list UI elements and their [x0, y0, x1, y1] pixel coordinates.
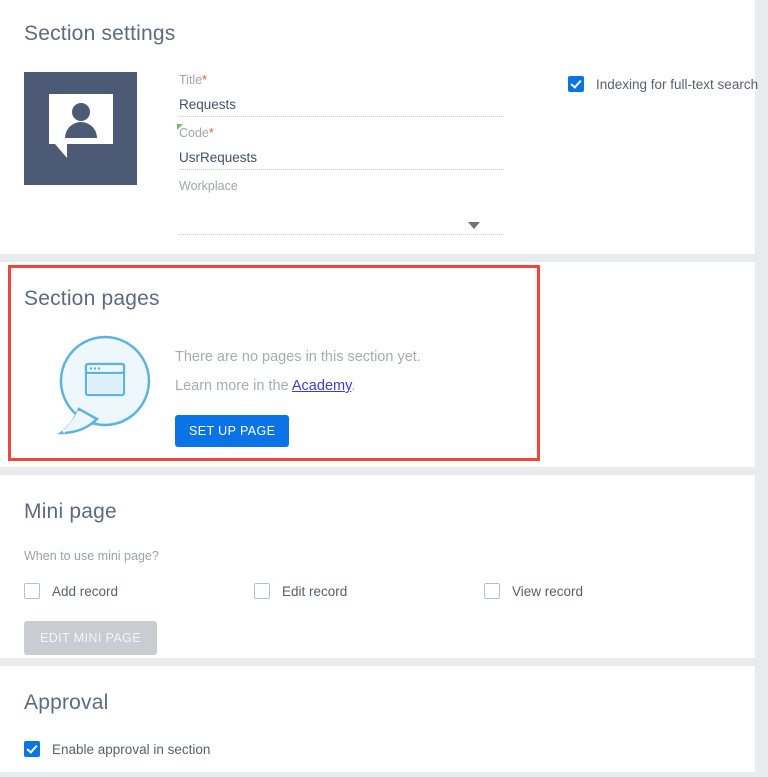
mini-page-question: When to use mini page? — [24, 549, 159, 563]
field-code: Code* — [177, 124, 504, 170]
panel-separator — [0, 467, 768, 475]
workplace-input[interactable] — [179, 198, 504, 234]
learn-more-prefix: Learn more in the — [175, 378, 292, 394]
panel-separator — [0, 658, 768, 666]
section-pages-title: Section pages — [24, 287, 160, 310]
add-record-checkbox-row[interactable]: Add record — [24, 583, 254, 599]
mini-page-options: Add record Edit record View record — [24, 583, 755, 599]
mini-page-panel: Mini page When to use mini page? Add rec… — [0, 475, 755, 658]
view-record-checkbox-row[interactable]: View record — [484, 583, 714, 599]
section-settings-title: Section settings — [24, 22, 176, 45]
edit-record-checkbox[interactable] — [254, 583, 270, 599]
person-speech-bubble-icon — [45, 92, 117, 165]
field-workplace: Workplace — [179, 178, 504, 235]
enable-approval-checkbox[interactable] — [24, 741, 40, 757]
field-title: Title* — [179, 72, 504, 117]
set-up-page-button[interactable]: SET UP PAGE — [175, 415, 290, 447]
section-pages-panel: Section pages There are no pages in this… — [0, 262, 755, 467]
learn-more-suffix: . — [351, 378, 356, 394]
field-workplace-label: Workplace — [179, 179, 238, 193]
enable-approval-checkbox-row[interactable]: Enable approval in section — [24, 741, 755, 757]
section-settings-panel: Section settings Title* Requests Code* U… — [0, 0, 758, 254]
section-settings-body: Title* Code* Workplace — [0, 72, 758, 243]
browser-window-speech-bubble-icon — [55, 333, 153, 444]
academy-link[interactable]: Academy — [292, 378, 351, 394]
edit-record-checkbox-row[interactable]: Edit record — [254, 583, 484, 599]
field-title-label: Title* — [179, 73, 208, 87]
section-settings-fields: Title* Code* Workplace — [177, 72, 504, 243]
required-asterisk: * — [208, 126, 214, 140]
title-input[interactable] — [179, 92, 504, 116]
add-record-label: Add record — [52, 583, 119, 599]
edit-record-label: Edit record — [282, 583, 348, 599]
approval-title: Approval — [24, 691, 109, 714]
code-input[interactable] — [179, 145, 504, 169]
section-pages-text: There are no pages in this section yet. … — [175, 333, 421, 447]
modified-marker-icon — [177, 124, 183, 130]
field-code-underline — [179, 169, 504, 170]
field-code-label: Code* — [179, 126, 214, 140]
panel-separator — [0, 254, 768, 262]
required-asterisk: * — [202, 73, 208, 87]
add-record-checkbox[interactable] — [24, 583, 40, 599]
view-record-label: View record — [512, 583, 584, 599]
section-icon-tile[interactable] — [24, 72, 137, 185]
section-designer-page: Section settings Title* Requests Code* U… — [0, 0, 768, 777]
content-column: Section settings Title* Requests Code* U… — [0, 0, 768, 772]
indexing-checkbox-label: Indexing for full-text search — [596, 76, 759, 92]
field-title-underline — [179, 116, 504, 117]
learn-more-message: Learn more in the Academy. — [175, 372, 421, 401]
field-workplace-underline — [179, 234, 504, 235]
mini-page-title: Mini page — [24, 500, 117, 523]
indexing-checkbox-row[interactable]: Indexing for full-text search — [568, 76, 758, 92]
edit-mini-page-button[interactable]: EDIT MINI PAGE — [24, 621, 157, 655]
section-pages-empty-state: There are no pages in this section yet. … — [0, 333, 755, 447]
view-record-checkbox[interactable] — [484, 583, 500, 599]
enable-approval-label: Enable approval in section — [52, 741, 211, 757]
no-pages-message: There are no pages in this section yet. — [175, 349, 421, 365]
approval-panel: Approval Enable approval in section — [0, 666, 755, 772]
indexing-checkbox[interactable] — [568, 76, 584, 92]
chevron-down-icon[interactable] — [468, 222, 480, 229]
section-settings-options: Indexing for full-text search — [568, 72, 758, 243]
